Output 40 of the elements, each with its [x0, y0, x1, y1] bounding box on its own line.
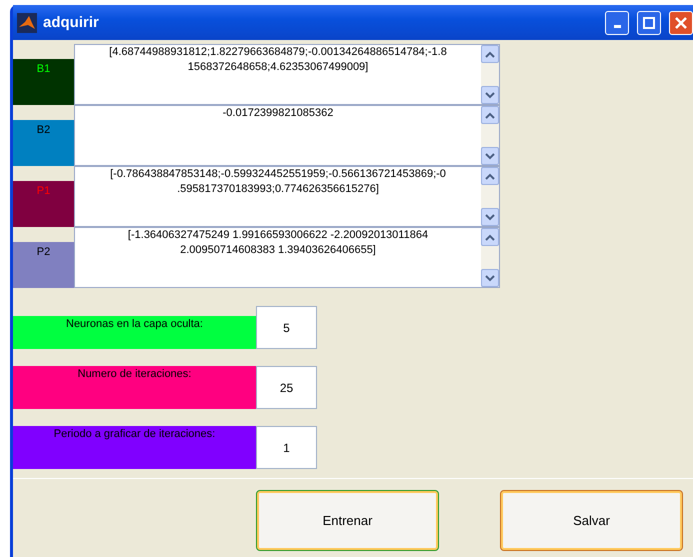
up-chevron-icon [485, 50, 495, 58]
scroll-up-button[interactable] [481, 228, 499, 246]
scroll-up-button[interactable] [481, 106, 499, 124]
scroll-down-button[interactable] [481, 147, 499, 165]
scroll-up-button[interactable] [481, 167, 499, 185]
close-icon [675, 16, 687, 28]
down-chevron-icon [485, 152, 495, 160]
matrix-text-area[interactable]: [-0.786438847853148;-0.599324452551959;-0.566136721453869;-0 .595817370183993;0.774626356615276] [74, 166, 500, 227]
up-chevron-icon [485, 234, 495, 240]
down-chevron-icon [485, 92, 495, 98]
matrix-label: P2 [36, 246, 50, 258]
matrix-text-area[interactable]: -0.0172399821085362 [74, 105, 500, 166]
parameter-label: Numero de iteraciones: [13, 366, 256, 409]
matrix-text-area[interactable]: [4.68744988931812;1.82279663684879;-0.00134264886514784;-1.8 1568372648658;4.62353067499009] [74, 44, 500, 105]
train-button[interactable]: Entrenar [257, 491, 438, 550]
up-chevron-icon [485, 172, 495, 180]
up-chevron-icon [485, 112, 495, 118]
maximize-button[interactable] [637, 10, 661, 34]
matrix-label: P1 [36, 185, 50, 197]
minimize-icon [614, 25, 620, 28]
minimize-button[interactable] [605, 10, 629, 34]
save-button[interactable]: Salvar [501, 491, 682, 550]
maximize-icon [643, 16, 655, 28]
scroll-down-button[interactable] [481, 269, 499, 287]
parameter-label: Neuronas en la capa oculta: [13, 316, 256, 349]
app-logo-icon [17, 12, 37, 32]
scroll-up-button[interactable] [481, 45, 499, 63]
parameter-field[interactable]: 1 [256, 426, 317, 469]
matrix-label: B1 [36, 63, 50, 75]
down-chevron-icon [485, 274, 495, 282]
window-title: adquirir [43, 14, 100, 31]
parameter-field[interactable]: 25 [256, 366, 317, 409]
down-chevron-icon [485, 214, 495, 220]
parameter-field[interactable]: 5 [256, 306, 317, 349]
matrix-label: B2 [36, 124, 50, 136]
close-button[interactable] [669, 10, 693, 34]
scroll-down-button[interactable] [481, 86, 499, 104]
matrix-text-area[interactable]: [-1.36406327475249 1.99166593006622 -2.20092013011864 2.00950714608383 1.39403626406655] [74, 227, 500, 288]
scroll-down-button[interactable] [481, 208, 499, 226]
parameter-label: Periodo a graficar de iteraciones: [13, 426, 256, 469]
